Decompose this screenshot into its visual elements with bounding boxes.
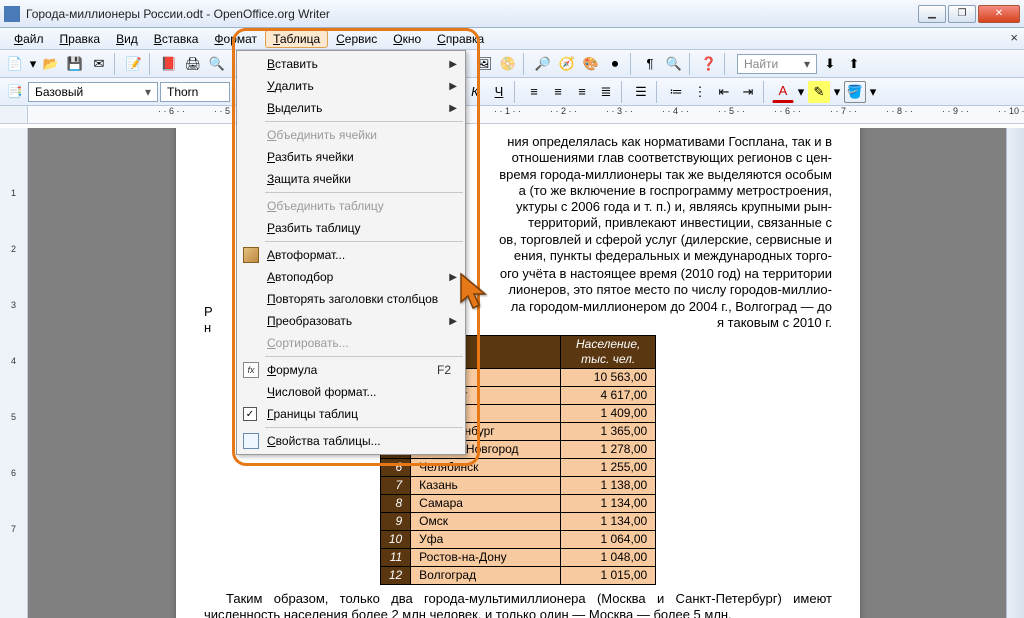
table-row: 12Волгоград1 015,00	[380, 567, 655, 585]
style-combo[interactable]: Базовый▾	[28, 82, 158, 102]
indent-inc-button[interactable]: ⇥	[737, 81, 759, 103]
minimize-button[interactable]: ▁	[918, 5, 946, 23]
font-combo[interactable]: Thorn	[160, 82, 230, 102]
table-menu-dropdown: Вставить▶Удалить▶Выделить▶ Объединить яче…	[236, 50, 466, 455]
menu-item-сортировать-: Сортировать...	[237, 332, 465, 354]
menu-item-вставить[interactable]: Вставить▶	[237, 53, 465, 75]
body-text: Таким образом, только два города-мультим…	[204, 591, 832, 618]
align-left-button[interactable]: ≡	[523, 81, 545, 103]
find-input[interactable]: Найти▾	[737, 54, 817, 74]
toolbar-standard: 📄 ▾ 📂 💾 ✉ 📝 📕 🖨 🔍 🖼 📀 🔎 🧭 🎨 ⏺ ¶ 🔍 ❓ Найт…	[0, 50, 1024, 78]
nonprinting-button[interactable]: ¶	[639, 53, 661, 75]
menu-item-выделить[interactable]: Выделить▶	[237, 97, 465, 119]
menu-item-автоподбор[interactable]: Автоподбор▶	[237, 266, 465, 288]
find-prev-icon[interactable]: ⬆	[843, 53, 865, 75]
menu-item-разбить-ячейки[interactable]: Разбить ячейки	[237, 146, 465, 168]
zoom-button[interactable]: 🔍	[663, 53, 685, 75]
table-row: 9Омск1 134,00	[380, 513, 655, 531]
bgcolor-button[interactable]: 🪣	[844, 81, 866, 103]
close-button[interactable]: ✕	[978, 5, 1020, 23]
align-center-button[interactable]: ≡	[547, 81, 569, 103]
font-color-button[interactable]: A	[772, 81, 794, 103]
menu-item-преобразовать[interactable]: Преобразовать▶	[237, 310, 465, 332]
menu-item-свойства-таблицы-[interactable]: Свойства таблицы...	[237, 430, 465, 452]
data-sources-button[interactable]: 📀	[497, 53, 519, 75]
numbered-list-button[interactable]: ≔	[665, 81, 687, 103]
table-row: 7Казань1 138,00	[380, 477, 655, 495]
document-close-icon[interactable]: ×	[1010, 30, 1018, 45]
document-canvas: ния определялась как нормативами Госплан…	[28, 128, 1006, 618]
preview-button[interactable]: 🔍	[206, 53, 228, 75]
mail-button[interactable]: ✉	[88, 53, 110, 75]
table-header-population: Население, тыс. чел.	[561, 336, 656, 369]
record-button[interactable]: ⏺	[604, 53, 626, 75]
highlight-button[interactable]: ✎	[808, 81, 830, 103]
gallery2-button[interactable]: 🎨	[580, 53, 602, 75]
line-spacing-button[interactable]: ☰	[630, 81, 652, 103]
underline-button[interactable]: Ч	[488, 81, 510, 103]
open-button[interactable]: 📂	[40, 53, 62, 75]
menu-item-границы-таблиц[interactable]: Границы таблиц✓	[237, 403, 465, 425]
menu-item-удалить[interactable]: Удалить▶	[237, 75, 465, 97]
maximize-button[interactable]: ❐	[948, 5, 976, 23]
menu-таблица[interactable]: Таблица	[265, 30, 328, 48]
export-pdf-button[interactable]: 📕	[158, 53, 180, 75]
menu-файл[interactable]: Файл	[6, 30, 52, 48]
print-button[interactable]: 🖨	[182, 53, 204, 75]
ruler-horizontal: · · 6 · · · · 5 · · · · 4 · · · · 3 · · …	[0, 106, 1024, 124]
help-button[interactable]: ❓	[698, 53, 720, 75]
menu-правка[interactable]: Правка	[52, 30, 109, 48]
toolbar-formatting: 📑 Базовый▾ Thorn К Ч ≡ ≡ ≡ ≣ ☰ ≔ ⋮ ⇤ ⇥ A…	[0, 78, 1024, 106]
ruler-vertical: 1234567	[0, 128, 28, 618]
new-dropdown-icon[interactable]: ▾	[28, 53, 38, 75]
menu-item-числовой-формат-[interactable]: Числовой формат...	[237, 381, 465, 403]
menu-вставка[interactable]: Вставка	[146, 30, 207, 48]
italic-button[interactable]: К	[464, 81, 486, 103]
table-row: 8Самара1 134,00	[380, 495, 655, 513]
menubar: ФайлПравкаВидВставкаФорматТаблицаСервисО…	[0, 28, 1024, 50]
menu-item-формула[interactable]: ФормулаF2fx	[237, 359, 465, 381]
bullet-list-button[interactable]: ⋮	[689, 81, 711, 103]
table-row: 10Уфа1 064,00	[380, 531, 655, 549]
menu-item-повторять-заголовки-столбцов[interactable]: Повторять заголовки столбцов	[237, 288, 465, 310]
menu-item-автоформат-[interactable]: Автоформат...	[237, 244, 465, 266]
indent-dec-button[interactable]: ⇤	[713, 81, 735, 103]
menu-item-разбить-таблицу[interactable]: Разбить таблицу	[237, 217, 465, 239]
menu-окно[interactable]: Окно	[385, 30, 429, 48]
table-row: 6Челябинск1 255,00	[380, 459, 655, 477]
find-button[interactable]: 🔎	[532, 53, 554, 75]
menu-формат[interactable]: Формат	[206, 30, 265, 48]
menu-вид[interactable]: Вид	[108, 30, 146, 48]
window-title: Города-миллионеры России.odt - OpenOffic…	[26, 7, 918, 21]
menu-справка[interactable]: Справка	[429, 30, 492, 48]
table-row: 11Ростов-на-Дону1 048,00	[380, 549, 655, 567]
edit-button[interactable]: 📝	[123, 53, 145, 75]
find-next-icon[interactable]: ⬇	[819, 53, 841, 75]
menu-item-объединить-таблицу: Объединить таблицу	[237, 195, 465, 217]
styles-button[interactable]: 📑	[4, 81, 26, 103]
menu-сервис[interactable]: Сервис	[328, 30, 385, 48]
new-doc-button[interactable]: 📄	[4, 53, 26, 75]
navigator-button[interactable]: 🧭	[556, 53, 578, 75]
align-right-button[interactable]: ≡	[571, 81, 593, 103]
bgcolor-drop[interactable]: ▾	[868, 81, 878, 103]
menu-item-защита-ячейки[interactable]: Защита ячейки	[237, 168, 465, 190]
app-icon	[4, 6, 20, 22]
save-button[interactable]: 💾	[64, 53, 86, 75]
highlight-drop[interactable]: ▾	[832, 81, 842, 103]
align-justify-button[interactable]: ≣	[595, 81, 617, 103]
font-color-drop[interactable]: ▾	[796, 81, 806, 103]
menu-item-объединить-ячейки: Объединить ячейки	[237, 124, 465, 146]
titlebar: Города-миллионеры России.odt - OpenOffic…	[0, 0, 1024, 28]
gallery-button[interactable]: 🖼	[473, 53, 495, 75]
vertical-scrollbar[interactable]	[1006, 128, 1024, 618]
